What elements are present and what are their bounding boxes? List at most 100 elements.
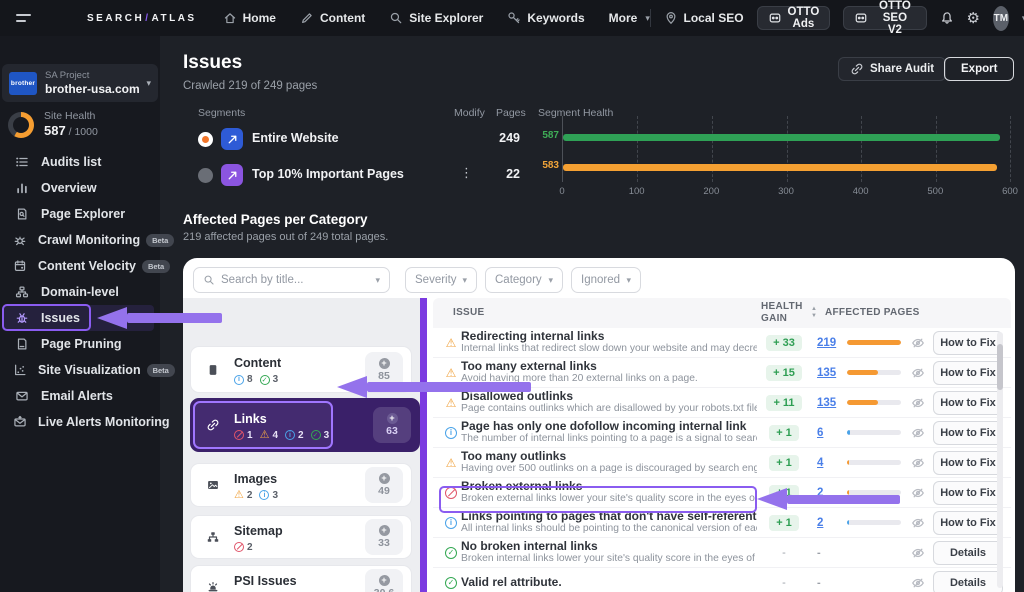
sidebar-item-crawl-monitoring[interactable]: Crawl MonitoringBeta <box>0 227 160 253</box>
otto-seo-v2-button[interactable]: OTTO SEO V2 <box>843 6 926 30</box>
segments-column-header: Segments <box>198 107 245 119</box>
severity-filter-dropdown[interactable]: Severity ▾ <box>405 267 477 293</box>
notifications-bell-icon[interactable] <box>940 11 954 25</box>
sidebar-item-content-velocity[interactable]: Content VelocityBeta <box>0 253 160 279</box>
category-score[interactable]: +30.6 <box>365 569 403 592</box>
sidebar-item-issues[interactable]: Issues <box>2 305 154 331</box>
details-button[interactable]: Details <box>933 541 1003 565</box>
nav-item-content[interactable]: Content <box>300 11 365 25</box>
affected-pages-link[interactable]: 135 <box>817 367 836 379</box>
sidebar-item-page-pruning[interactable]: Page Pruning <box>0 331 160 357</box>
segment-radio[interactable] <box>198 132 213 147</box>
sidebar-item-live-alerts-monitoring[interactable]: Live Alerts Monitoring <box>0 409 160 435</box>
ignore-eye-off-icon[interactable] <box>909 486 927 500</box>
brand-logo[interactable]: SEARCH/ATLAS <box>87 13 197 24</box>
sidebar-item-overview[interactable]: Overview <box>0 175 160 201</box>
affected-pages-link[interactable]: 4 <box>817 457 823 469</box>
issue-title: Broken external links <box>461 480 757 494</box>
segment-pages-count: 249 <box>478 131 520 145</box>
search-by-title-dropdown[interactable]: Search by title... ▾ <box>193 267 390 293</box>
category-score[interactable]: +63 <box>373 407 411 443</box>
brand-text-2: ATLAS <box>152 13 197 24</box>
category-item-links[interactable]: Links1⚠4i2✓3+63 <box>190 398 420 452</box>
user-avatar[interactable]: TM <box>993 6 1009 31</box>
slash-circle-icon <box>234 542 244 552</box>
chart-axis-tick: 300 <box>778 186 794 197</box>
affected-pages-link[interactable]: 2 <box>817 517 823 529</box>
ignore-eye-off-icon[interactable] <box>909 546 927 560</box>
sort-icon[interactable]: ▲▼ <box>811 306 817 319</box>
category-score[interactable]: +49 <box>365 467 403 503</box>
modify-menu-icon[interactable]: ⋮ <box>460 165 473 181</box>
category-filter-dropdown[interactable]: Category ▾ <box>485 267 563 293</box>
health-gain-empty: - <box>782 547 786 559</box>
issue-row: ✓No broken internal linksBroken internal… <box>433 538 1011 568</box>
ignore-eye-off-icon[interactable] <box>909 426 927 440</box>
scrollbar-thumb[interactable] <box>997 344 1003 390</box>
ignore-eye-off-icon[interactable] <box>909 396 927 410</box>
sidebar-item-page-explorer[interactable]: Page Explorer <box>0 201 160 227</box>
project-selector[interactable]: brother SA Project brother-usa.com ▾ <box>2 64 158 102</box>
affected-pages-link[interactable]: 219 <box>817 337 836 349</box>
otto-ads-button[interactable]: OTTO Ads <box>757 6 831 30</box>
category-score[interactable]: +85 <box>365 352 403 388</box>
nav-item-label: Keywords <box>527 11 584 25</box>
affected-pages-bar <box>847 550 901 555</box>
bug-icon <box>13 311 30 325</box>
how-to-fix-button[interactable]: How to Fix <box>933 421 1003 445</box>
segment-name[interactable]: Entire Website <box>252 131 339 145</box>
sidebar-item-domain-level[interactable]: Domain-level <box>0 279 160 305</box>
mail-icon <box>13 389 30 403</box>
category-score[interactable]: +33 <box>365 519 403 555</box>
affected-pages-link[interactable]: 6 <box>817 427 823 439</box>
table-scrollbar[interactable] <box>997 332 1003 588</box>
segment-radio[interactable] <box>198 168 213 183</box>
topnav-right: Local SEO OTTO Ads OTTO SEO V2 ⚙ TM ▾ <box>650 6 1024 31</box>
pencil-icon <box>300 11 314 25</box>
ignore-eye-off-icon[interactable] <box>909 576 927 590</box>
health-gain-column-header[interactable]: HEALTH GAIN <box>761 301 807 324</box>
ignore-eye-off-icon[interactable] <box>909 516 927 530</box>
ignore-eye-off-icon[interactable] <box>909 456 927 470</box>
how-to-fix-button[interactable]: How to Fix <box>933 451 1003 475</box>
chart-gridline <box>861 116 862 182</box>
how-to-fix-button[interactable]: How to Fix <box>933 391 1003 415</box>
settings-gear-icon[interactable]: ⚙ <box>967 11 980 26</box>
affected-pages-link[interactable]: 2 <box>817 487 823 499</box>
nav-item-more[interactable]: More▾ <box>609 11 650 25</box>
sidebar-item-audits-list[interactable]: Audits list <box>0 149 160 175</box>
nav-item-site-explorer[interactable]: Site Explorer <box>389 11 483 25</box>
menu-icon[interactable] <box>16 14 31 22</box>
sidebar-item-email-alerts[interactable]: Email Alerts <box>0 383 160 409</box>
page-search-icon <box>13 207 30 221</box>
affected-pages-bar <box>847 370 901 375</box>
ignore-eye-off-icon[interactable] <box>909 366 927 380</box>
segment-name[interactable]: Top 10% Important Pages <box>252 167 404 181</box>
category-item-content[interactable]: Contenti8✓3+85 <box>190 346 412 393</box>
ignored-filter-dropdown[interactable]: Ignored ▾ <box>571 267 641 293</box>
nav-item-local-seo[interactable]: Local SEO <box>664 11 744 25</box>
sidebar-item-site-visualization[interactable]: Site VisualizationBeta <box>0 357 160 383</box>
affected-pages-heading: Affected Pages per Category <box>183 212 368 227</box>
export-button[interactable]: Export <box>944 57 1014 81</box>
category-score-value: 49 <box>378 485 390 497</box>
category-item-sitemap[interactable]: Sitemap2+33 <box>190 515 412 559</box>
share-audit-button[interactable]: Share Audit <box>838 57 946 81</box>
affected-pages-link[interactable]: 135 <box>817 397 836 409</box>
how-to-fix-button[interactable]: How to Fix <box>933 331 1003 355</box>
ignore-eye-off-icon[interactable] <box>909 336 927 350</box>
category-name: Content <box>234 356 281 370</box>
how-to-fix-button[interactable]: How to Fix <box>933 361 1003 385</box>
category-item-psi-issues[interactable]: PSI Issues⚠1i3✓1+30.6 <box>190 565 412 592</box>
sitemap-icon <box>200 530 226 544</box>
project-domain: brother-usa.com <box>45 82 140 96</box>
category-item-images[interactable]: Images⚠2i3+49 <box>190 463 412 507</box>
plus-circle-icon: + <box>379 358 390 369</box>
issue-column-header: ISSUE <box>453 307 485 318</box>
nav-item-home[interactable]: Home <box>223 11 276 25</box>
how-to-fix-button[interactable]: How to Fix <box>933 511 1003 535</box>
how-to-fix-button[interactable]: How to Fix <box>933 481 1003 505</box>
nav-item-keywords[interactable]: Keywords <box>507 11 584 25</box>
details-button[interactable]: Details <box>933 571 1003 592</box>
site-health-score: 587 / 1000 <box>44 123 98 139</box>
